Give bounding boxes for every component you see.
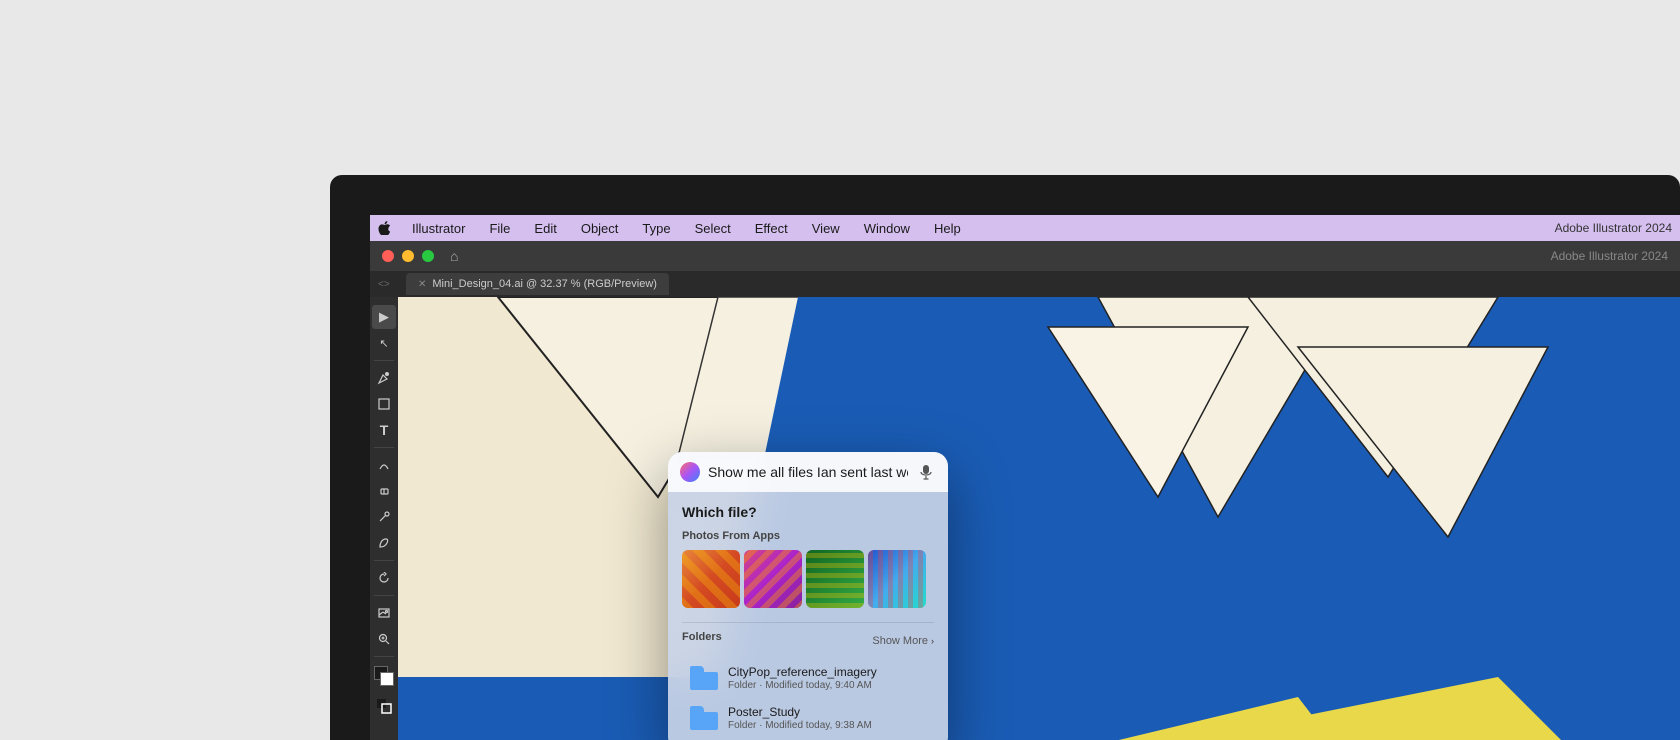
folder-icon-2 [690, 706, 718, 730]
eraser-tool-button[interactable] [372, 479, 396, 503]
folder-name-1: CityPop_reference_imagery [728, 665, 926, 679]
spotlight-overlay: Which file? Photos From Apps Folders Sho… [398, 297, 1680, 740]
siri-icon [680, 462, 700, 482]
folders-section-title: Folders [682, 631, 722, 643]
fill-stroke-toggle[interactable] [372, 694, 396, 718]
folder-item-2[interactable]: Poster_Study Folder · Modified today, 9:… [682, 699, 934, 737]
menu-type[interactable]: Type [638, 219, 674, 238]
microphone-icon[interactable] [916, 462, 936, 482]
arc-tool-button[interactable] [372, 453, 396, 477]
tool-separator-4 [374, 595, 394, 596]
folder-meta-1: Folder · Modified today, 9:40 AM [728, 680, 926, 691]
traffic-close-button[interactable] [382, 250, 394, 262]
spotlight-results: Which file? Photos From Apps Folders Sho… [668, 492, 948, 740]
tab-close-button[interactable]: ✕ [418, 279, 426, 290]
menu-bar: Illustrator File Edit Object Type Select… [370, 215, 1680, 241]
show-more-label: Show More [872, 635, 928, 647]
rectangle-tool-button[interactable] [372, 392, 396, 416]
title-bar: ⌂ Adobe Illustrator 2024 [370, 241, 1680, 271]
tool-separator-5 [374, 656, 394, 657]
tool-separator-2 [374, 447, 394, 448]
pen-tool-button[interactable] [372, 366, 396, 390]
direct-selection-tool-button[interactable]: ↖ [372, 331, 396, 355]
menu-view[interactable]: View [808, 219, 844, 238]
zoom-tool-button[interactable] [372, 627, 396, 651]
tab-scroll-left[interactable]: <> [378, 279, 390, 290]
rotate-tool-button[interactable] [372, 566, 396, 590]
tool-separator-1 [374, 360, 394, 361]
show-more-arrow-icon: › [931, 636, 934, 646]
photos-section-title: Photos From Apps [682, 530, 934, 542]
menu-illustrator[interactable]: Illustrator [408, 219, 469, 238]
show-more-button[interactable]: Show More › [872, 635, 934, 647]
folder-icon-1 [690, 666, 718, 690]
spotlight-container: Which file? Photos From Apps Folders Sho… [668, 452, 948, 740]
photo-thumb-1[interactable] [682, 550, 740, 608]
folder-item-1[interactable]: CityPop_reference_imagery Folder · Modif… [682, 659, 934, 697]
menu-effect[interactable]: Effect [751, 219, 792, 238]
which-file-label: Which file? [682, 504, 934, 520]
traffic-maximize-button[interactable] [422, 250, 434, 262]
document-tab[interactable]: ✕ Mini_Design_04.ai @ 32.37 % (RGB/Previ… [406, 273, 669, 295]
menu-help[interactable]: Help [930, 219, 965, 238]
folder-info-1: CityPop_reference_imagery Folder · Modif… [728, 665, 926, 691]
color-box[interactable] [374, 666, 394, 686]
folders-header: Folders Show More › [682, 631, 934, 651]
tab-label: Mini_Design_04.ai @ 32.37 % (RGB/Preview… [432, 278, 657, 290]
photos-grid [682, 550, 934, 608]
menu-edit[interactable]: Edit [530, 219, 560, 238]
selection-tool-button[interactable]: ▶ [372, 305, 396, 329]
image-tool-button[interactable] [372, 601, 396, 625]
app-title: Adobe Illustrator 2024 [1551, 249, 1668, 263]
toolbox: ▶ ↖ T [370, 297, 398, 740]
apple-menu-icon[interactable] [378, 221, 392, 235]
folder-info-2: Poster_Study Folder · Modified today, 9:… [728, 705, 926, 731]
menu-file[interactable]: File [485, 219, 514, 238]
folder-name-2: Poster_Study [728, 705, 926, 719]
eyedropper-tool-button[interactable] [372, 505, 396, 529]
canvas-area: Which file? Photos From Apps Folders Sho… [398, 297, 1680, 740]
tab-bar: <> ✕ Mini_Design_04.ai @ 32.37 % (RGB/Pr… [370, 271, 1680, 297]
menu-object[interactable]: Object [577, 219, 623, 238]
blob-brush-button[interactable] [372, 531, 396, 555]
home-icon[interactable]: ⌂ [450, 248, 458, 264]
traffic-minimize-button[interactable] [402, 250, 414, 262]
menu-window[interactable]: Window [860, 219, 914, 238]
tool-separator-3 [374, 560, 394, 561]
background-color[interactable] [380, 672, 394, 686]
spotlight-input[interactable] [708, 464, 908, 480]
spotlight-input-row [668, 452, 948, 492]
photo-thumb-4[interactable] [868, 550, 926, 608]
app-name-right: Adobe Illustrator 2024 [1555, 221, 1672, 235]
screen: Illustrator File Edit Object Type Select… [370, 215, 1680, 740]
folder-meta-2: Folder · Modified today, 9:38 AM [728, 720, 926, 731]
menu-select[interactable]: Select [691, 219, 735, 238]
photo-thumb-2[interactable] [744, 550, 802, 608]
photo-thumb-3[interactable] [806, 550, 864, 608]
type-tool-button[interactable]: T [372, 418, 396, 442]
section-divider [682, 622, 934, 623]
